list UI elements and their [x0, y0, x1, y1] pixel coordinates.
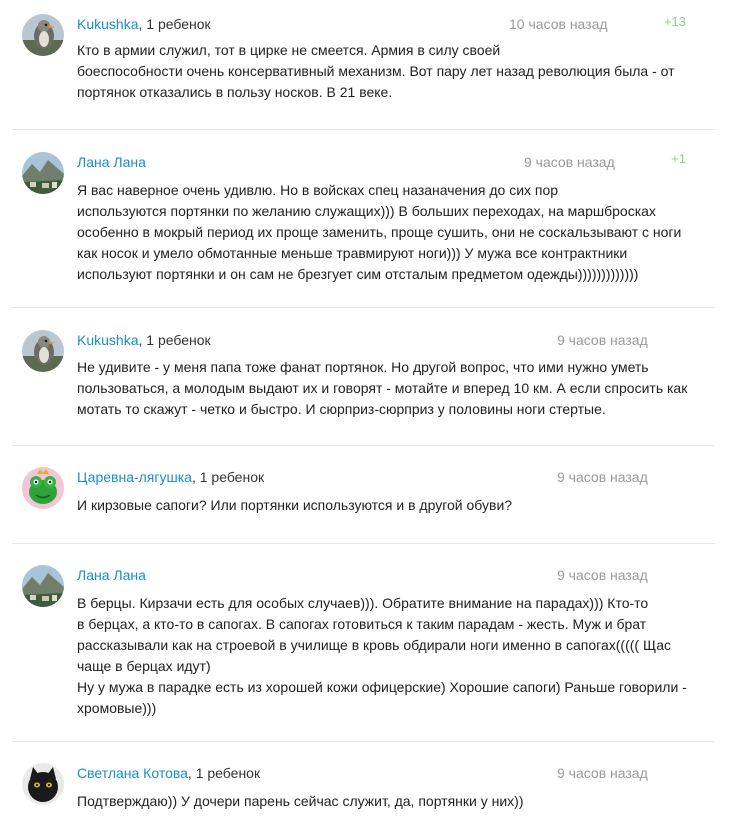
user-avatar[interactable]: [22, 14, 64, 56]
landscape-avatar-icon: [22, 152, 64, 194]
comment-header: Светлана Котова, 1 ребенок 9 часов назад: [77, 763, 734, 783]
bird-avatar-icon: [22, 330, 64, 372]
author-children-info: , 1 ребенок: [138, 332, 211, 348]
comment-text: Не удивите - у меня папа тоже фанат порт…: [77, 359, 688, 417]
comment-divider: [12, 445, 715, 446]
comment-item: Светлана Котова, 1 ребенок 9 часов назад…: [0, 763, 734, 812]
comment-author-link[interactable]: Лана Лана: [77, 154, 146, 170]
comment-author-link[interactable]: Царевна-лягушка: [77, 469, 192, 485]
comment-text: В берцы. Кирзачи есть для особых случаев…: [77, 595, 687, 716]
comment-header: Лана Лана 9 часов назад: [77, 565, 734, 585]
author-children-info: , 1 ребенок: [138, 16, 211, 32]
comment-divider: [12, 543, 715, 544]
frog-avatar-icon: [22, 467, 64, 509]
author-children-info: , 1 ребенок: [187, 765, 261, 781]
comment-item: Kukushka, 1 ребенок 9 часов назад Не уди…: [0, 330, 734, 420]
user-avatar[interactable]: [22, 330, 64, 372]
comment-timestamp: 9 часов назад: [557, 469, 648, 485]
comment-text: И кирзовые сапоги? Или портянки использу…: [77, 497, 513, 513]
user-avatar[interactable]: [22, 152, 64, 194]
comment-rating: +1: [671, 151, 686, 166]
comment-item: Kukushka, 1 ребенок 10 часов назад +13 К…: [0, 14, 734, 103]
comment-header: Kukushka, 1 ребенок 9 часов назад: [77, 330, 734, 350]
comment-timestamp: 9 часов назад: [557, 332, 648, 348]
comment-header: Лана Лана 9 часов назад +1: [77, 151, 734, 172]
comment-timestamp: 9 часов назад: [524, 154, 615, 170]
cat-avatar-icon: [22, 763, 64, 805]
comment-item: Лана Лана 9 часов назад В берцы. Кирзачи…: [0, 565, 734, 719]
bird-avatar-icon: [22, 14, 64, 56]
user-avatar[interactable]: [22, 565, 64, 607]
comment-text: Кто в армии служил, тот в цирке не смеет…: [77, 42, 675, 100]
user-avatar[interactable]: [22, 467, 64, 509]
comment-rating: +13: [663, 14, 686, 29]
comment-text: Подтверждаю)) У дочери парень сейчас слу…: [77, 793, 524, 809]
comment-header: Царевна-лягушка, 1 ребенок 9 часов назад: [77, 467, 734, 487]
comment-item: Царевна-лягушка, 1 ребенок 9 часов назад…: [0, 467, 734, 516]
user-avatar[interactable]: [22, 763, 64, 805]
comment-divider: [12, 307, 715, 308]
landscape-avatar-icon: [22, 565, 64, 607]
comment-author-link[interactable]: Kukushka: [77, 332, 138, 348]
comment-divider: [12, 741, 715, 742]
author-children-info: , 1 ребенок: [191, 469, 265, 485]
comment-author-link[interactable]: Kukushka: [77, 16, 138, 32]
comment-timestamp: 9 часов назад: [557, 765, 648, 781]
comment-header: Kukushka, 1 ребенок 10 часов назад +13: [77, 14, 734, 34]
comment-timestamp: 9 часов назад: [557, 567, 648, 583]
comment-text: Я вас наверное очень удивлю. Но в войска…: [77, 182, 682, 282]
comment-divider: [12, 129, 715, 130]
comment-item: Лана Лана 9 часов назад +1 Я вас наверно…: [0, 151, 734, 285]
comment-timestamp: 10 часов назад: [509, 16, 608, 32]
comment-author-link[interactable]: Лана Лана: [77, 567, 146, 583]
comment-author-link[interactable]: Светлана Котова: [77, 765, 188, 781]
